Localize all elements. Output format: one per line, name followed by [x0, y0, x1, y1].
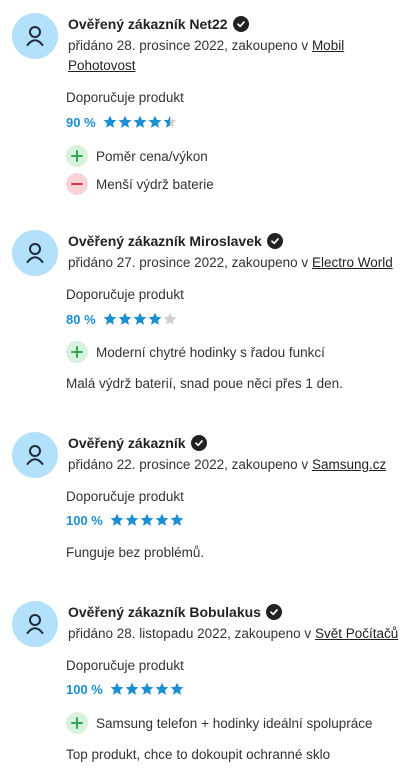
reviewer-name: Ověřený zákazník — [68, 435, 186, 451]
rating-percent: 90 % — [66, 114, 96, 130]
rating: 100 % — [66, 511, 185, 529]
rating-percent: 100 % — [66, 681, 103, 697]
check-icon — [190, 435, 207, 451]
star-icon — [155, 682, 169, 695]
star-rating — [103, 312, 178, 326]
user-icon — [26, 26, 44, 46]
star-icon — [148, 312, 161, 325]
star-icon — [140, 682, 154, 695]
star-icon — [170, 682, 184, 695]
pro-text: Poměr cena/výkon — [96, 148, 208, 164]
review-date: přidáno 28. listopadu 2022, zakoupeno v — [68, 626, 315, 641]
recommend-label: Doporučuje produkt — [66, 489, 184, 504]
reviewer-name: Ověřený zákazník Bobulakus — [68, 604, 261, 620]
review-date: přidáno 22. prosince 2022, zakoupeno v — [68, 457, 312, 472]
check-icon — [265, 604, 282, 620]
star-icon — [148, 115, 161, 128]
star-rating — [110, 513, 185, 527]
recommend-label: Doporučuje produkt — [66, 90, 184, 105]
recommend-label: Doporučuje produkt — [66, 658, 184, 673]
review-date: přidáno 27. prosince 2022, zakoupeno v — [68, 255, 312, 270]
plus-icon — [66, 145, 88, 167]
star-icon — [170, 513, 184, 526]
avatar — [12, 230, 58, 276]
shop-link[interactable]: Electro World — [312, 255, 393, 270]
minus-icon — [66, 173, 88, 195]
star-icon — [133, 115, 146, 128]
star-icon — [163, 115, 176, 128]
review-date: přidáno 28. prosince 2022, zakoupeno v — [68, 38, 312, 53]
user-icon — [26, 445, 44, 465]
reviewer-name: Ověřený zákazník Miroslavek — [68, 233, 262, 249]
star-icon — [103, 115, 116, 128]
review-meta: přidáno 28. listopadu 2022, zakoupeno v … — [68, 624, 408, 644]
check-icon — [232, 16, 249, 32]
pro-item: Moderní chytré hodinky s řadou funkcí — [66, 341, 325, 363]
review-comment: Top produkt, chce to dokoupit ochranné s… — [66, 747, 331, 762]
review-meta: přidáno 22. prosince 2022, zakoupeno v S… — [68, 455, 408, 475]
star-icon — [110, 513, 124, 526]
review-meta: přidáno 27. prosince 2022, zakoupeno v E… — [68, 253, 408, 273]
pro-text: Samsung telefon + hodinky ideální spolup… — [96, 715, 373, 731]
star-icon — [155, 513, 169, 526]
pro-text: Moderní chytré hodinky s řadou funkcí — [96, 344, 325, 360]
star-icon — [118, 115, 131, 128]
rating: 90 % — [66, 113, 178, 131]
review-comment: Funguje bez problémů. — [66, 545, 205, 560]
plus-icon — [66, 712, 88, 734]
star-rating — [110, 682, 185, 696]
rating: 100 % — [66, 680, 185, 698]
avatar — [12, 13, 58, 59]
pro-item: Poměr cena/výkon — [66, 145, 208, 167]
plus-icon — [66, 341, 88, 363]
star-icon — [125, 513, 139, 526]
review-meta: přidáno 28. prosince 2022, zakoupeno v M… — [68, 36, 408, 76]
check-icon — [266, 233, 283, 249]
recommend-label: Doporučuje produkt — [66, 287, 184, 302]
pro-item: Samsung telefon + hodinky ideální spolup… — [66, 712, 373, 734]
star-icon — [133, 312, 146, 325]
shop-link[interactable]: Svět Počítačů — [315, 626, 398, 641]
star-icon — [118, 312, 131, 325]
star-rating — [103, 115, 178, 129]
avatar — [12, 432, 58, 478]
star-icon — [140, 513, 154, 526]
star-icon — [110, 682, 124, 695]
star-icon — [103, 312, 116, 325]
rating-percent: 80 % — [66, 311, 96, 327]
star-icon — [163, 312, 176, 325]
review-comment: Malá výdrž baterií, snad poue něci přes … — [66, 376, 343, 391]
rating: 80 % — [66, 310, 178, 328]
avatar — [12, 601, 58, 647]
user-icon — [26, 614, 44, 634]
rating-percent: 100 % — [66, 512, 103, 528]
shop-link[interactable]: Samsung.cz — [312, 457, 386, 472]
user-icon — [26, 243, 44, 263]
reviewer-name: Ověřený zákazník Net22 — [68, 16, 228, 32]
con-text: Menší výdrž baterie — [96, 176, 214, 192]
star-icon — [125, 682, 139, 695]
con-item: Menší výdrž baterie — [66, 173, 214, 195]
